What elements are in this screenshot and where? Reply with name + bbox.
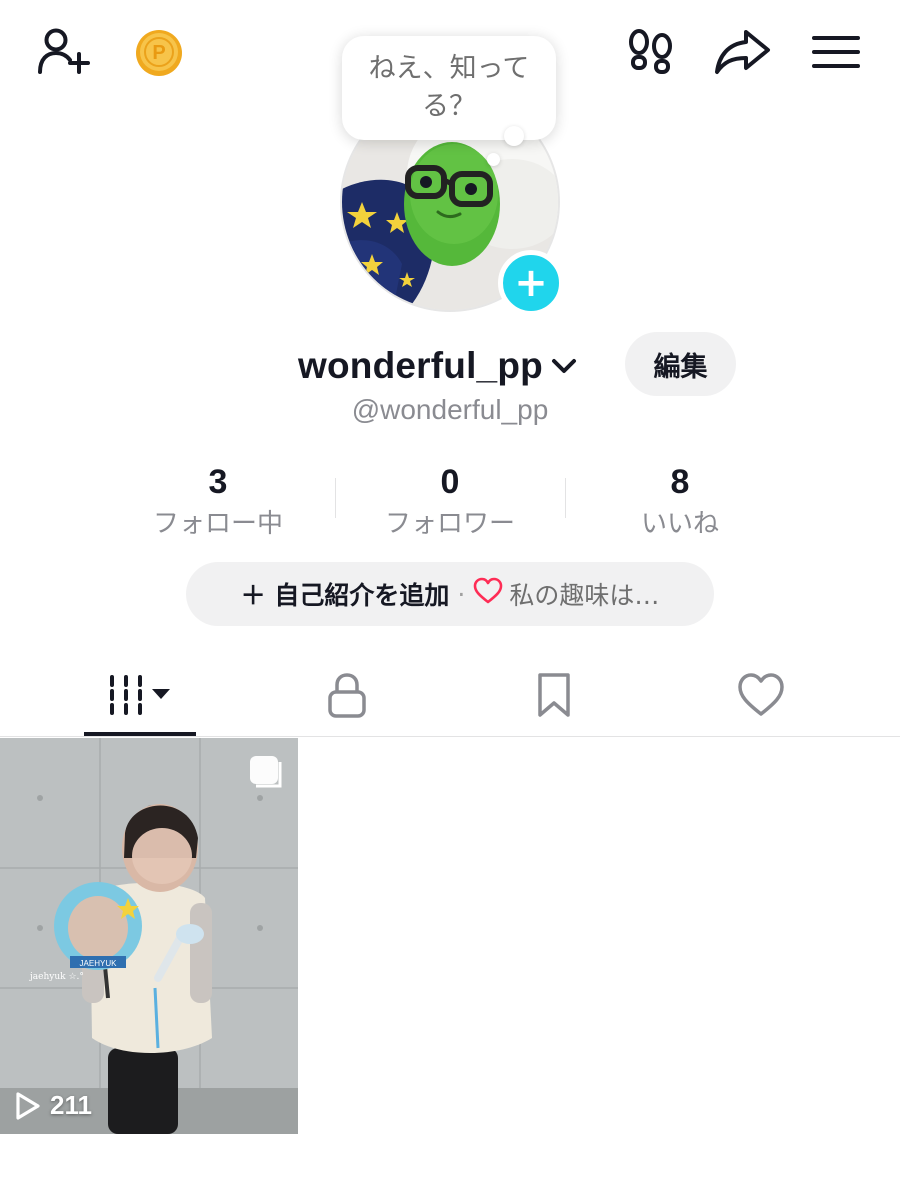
stat-label: いいね	[640, 509, 719, 539]
stat-value: 0	[440, 463, 460, 501]
stat-followers[interactable]: 0 フォロワー	[350, 460, 550, 542]
add-user-button[interactable]	[32, 24, 96, 80]
chevron-down-icon	[549, 351, 579, 381]
lock-icon	[327, 673, 366, 718]
tab-videos[interactable]	[27, 654, 252, 736]
tooltip-bubble: ねえ、知ってる？	[342, 36, 556, 140]
coin-button[interactable]: P	[134, 28, 184, 78]
tooltip-text: ねえ、知ってる？	[368, 53, 530, 122]
stat-label: フォロワー	[384, 509, 515, 539]
view-count-value: 211	[50, 1090, 92, 1120]
hobby-prompt: 私の趣味は…	[509, 581, 660, 610]
username-switcher[interactable]: wonderful_pp	[298, 340, 579, 392]
user-handle: @wonderful_pp	[351, 394, 549, 425]
tab-liked[interactable]	[648, 654, 873, 736]
footprints-icon	[629, 29, 672, 74]
tab-saved[interactable]	[441, 654, 666, 736]
share-profile-button[interactable]	[712, 26, 774, 78]
bookmark-icon	[537, 673, 570, 717]
menu-icon	[812, 36, 860, 68]
plus-icon: +	[514, 260, 548, 306]
bubble-tail-dot	[487, 153, 500, 166]
stat-value: 3	[208, 463, 228, 501]
grid-icon	[109, 675, 170, 715]
edit-profile-button[interactable]: 編集	[625, 332, 736, 396]
share-icon	[715, 30, 770, 74]
username: wonderful_pp	[298, 345, 543, 386]
coin-icon: P	[136, 30, 182, 76]
add-avatar-button[interactable]: +	[498, 250, 564, 316]
stat-value: 8	[670, 463, 690, 501]
stat-likes[interactable]: 8 いいね	[580, 460, 780, 542]
stat-following[interactable]: 3 フォロー中	[118, 460, 318, 542]
person-add-icon	[38, 28, 90, 74]
profile-views-button[interactable]	[624, 26, 678, 78]
tab-private[interactable]	[234, 654, 459, 736]
stat-label: フォロー中	[152, 509, 283, 539]
menu-button[interactable]	[808, 28, 864, 76]
view-count: 211	[14, 1090, 92, 1121]
heart-icon	[737, 673, 784, 716]
heart-outline-icon	[473, 577, 503, 611]
add-bio-label: ＋ 自己紹介を追加	[240, 581, 450, 610]
add-bio-button[interactable]: ＋ 自己紹介を追加 · 私の趣味は…	[186, 562, 714, 626]
divider	[335, 478, 336, 518]
fan-text: JAEHYUK	[80, 959, 118, 968]
coin-letter: P	[152, 42, 165, 64]
video-thumbnail-image: JAEHYUK	[0, 738, 298, 1134]
divider	[565, 478, 566, 518]
play-outline-icon	[16, 1091, 40, 1120]
video-caption: jaehyuk ☆.°	[30, 972, 84, 982]
video-thumbnail[interactable]: JAEHYUK	[0, 738, 298, 1134]
bubble-tail-dot	[504, 126, 524, 146]
tab-divider	[0, 736, 900, 737]
bio-separator: ·	[457, 579, 466, 609]
